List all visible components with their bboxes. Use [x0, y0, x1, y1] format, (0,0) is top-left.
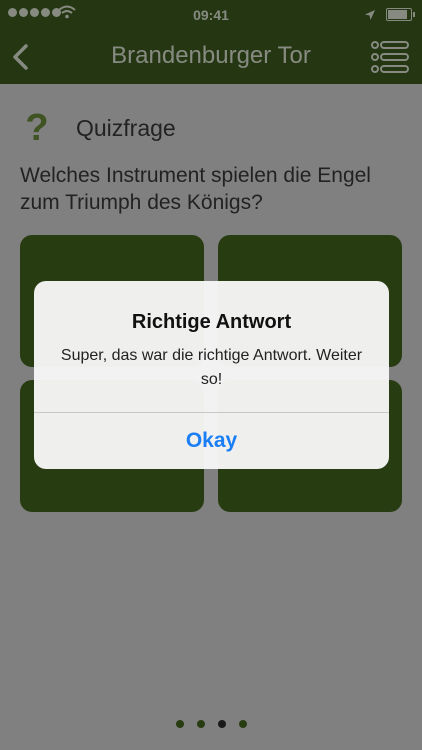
alert-title: Richtige Antwort [131, 311, 292, 333]
okay-button[interactable]: Okay [34, 413, 389, 469]
alert-message: Super, das war die richtige Antwort. Wei… [60, 347, 363, 388]
alert-dialog: Richtige Antwort Super, das war die rich… [34, 281, 389, 469]
